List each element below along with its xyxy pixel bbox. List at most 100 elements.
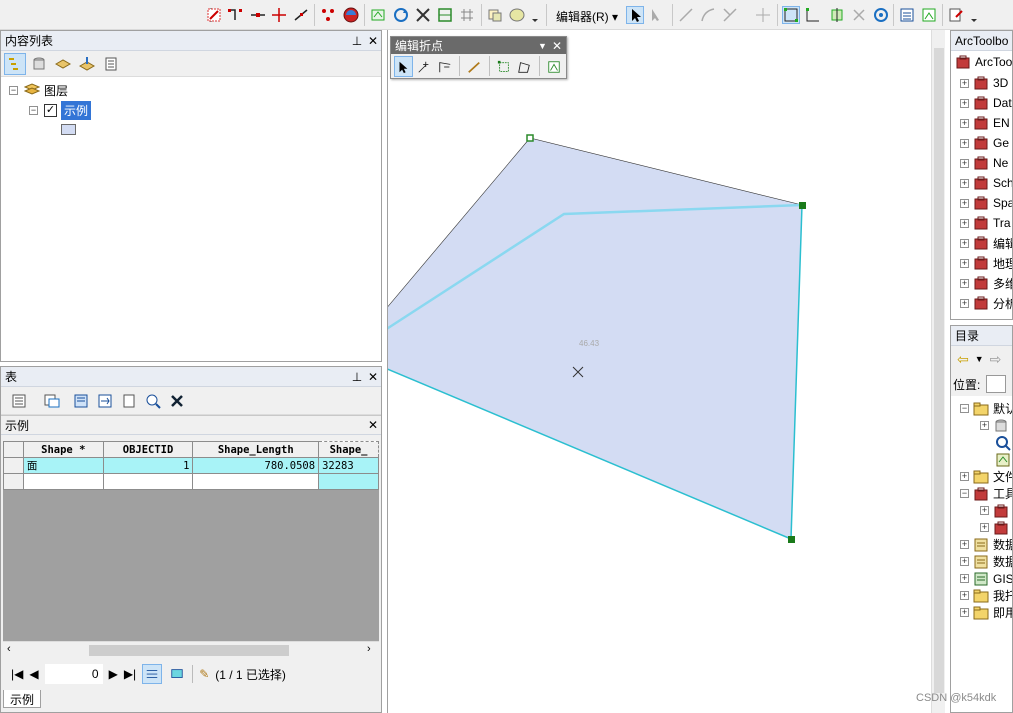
row-selector[interactable] — [3, 473, 24, 490]
collapse-icon[interactable]: − — [9, 85, 18, 95]
table-cell[interactable] — [102, 473, 194, 490]
record-index-field[interactable]: 0 — [44, 664, 103, 684]
expand-icon[interactable]: + — [960, 591, 969, 600]
catalog-item[interactable]: + 数据 — [951, 536, 1012, 553]
toolbar-overflow-icon[interactable] — [530, 6, 540, 24]
arctoolbox-root-row[interactable]: ArcToo — [955, 53, 1012, 71]
expand-icon[interactable]: + — [960, 98, 969, 108]
toolbox-item[interactable]: + EN — [951, 113, 1012, 133]
catalog-item[interactable]: + 即用 — [951, 604, 1012, 621]
refresh-icon[interactable] — [392, 6, 410, 24]
split-tool-icon[interactable] — [754, 6, 772, 24]
table-cell[interactable]: 面 — [22, 457, 104, 474]
delete-vertex-icon[interactable] — [436, 56, 455, 77]
collapse-icon[interactable]: − — [960, 404, 969, 413]
table-options-icon[interactable] — [4, 390, 34, 412]
table-bottom-tab[interactable]: 示例 — [3, 690, 42, 708]
related-tables-icon[interactable] — [36, 390, 68, 412]
toolbar-overflow-icon-2[interactable] — [969, 6, 979, 24]
table-cell[interactable] — [192, 473, 320, 490]
edit-tool-icon[interactable] — [626, 6, 644, 24]
list-by-source-icon[interactable] — [28, 53, 50, 75]
table-cell[interactable]: 780.0508 — [192, 457, 320, 474]
show-all-records-icon[interactable] — [142, 664, 163, 684]
toc-layer-row[interactable]: − ✓ 示例 — [29, 100, 92, 120]
scroll-thumb[interactable] — [934, 48, 944, 693]
scroll-right-icon[interactable]: › — [367, 643, 371, 655]
catalog-item[interactable]: + — [951, 502, 1012, 519]
cut-polygons-icon[interactable] — [828, 6, 846, 24]
pin-icon[interactable]: ⊥ — [349, 34, 365, 48]
table-row[interactable] — [3, 473, 379, 490]
sketch-properties-icon[interactable] — [920, 6, 938, 24]
next-record-icon[interactable]: ▶ — [109, 667, 118, 681]
column-header[interactable]: Shape_Length — [192, 441, 320, 458]
table-grid-icon[interactable] — [458, 6, 476, 24]
toolbox-item[interactable]: + Spa — [951, 193, 1012, 213]
show-selected-records-icon[interactable] — [168, 665, 186, 683]
last-record-icon[interactable]: ▶| — [124, 667, 136, 681]
clear-selection-icon[interactable] — [118, 390, 140, 412]
construction-tools-icon[interactable] — [721, 6, 739, 24]
layer-visibility-checkbox[interactable]: ✓ — [44, 103, 57, 117]
merge-polygon-icon[interactable] — [508, 6, 526, 24]
column-header[interactable]: Shape * — [22, 441, 104, 458]
vertices-icon[interactable] — [319, 6, 337, 24]
dropdown-arrow-icon[interactable]: ▼ — [975, 354, 984, 364]
forward-arrow-icon[interactable]: ⇨ — [990, 351, 1002, 368]
table-cell[interactable]: 1 — [102, 457, 194, 474]
switch-selection-icon[interactable] — [94, 390, 116, 412]
map-scrollbar[interactable] — [931, 30, 945, 713]
catalog-item[interactable]: + GIS — [951, 570, 1012, 587]
horizontal-scrollbar[interactable]: ‹ › — [3, 641, 379, 658]
expand-icon[interactable]: + — [960, 574, 969, 583]
rotate-tool-icon[interactable] — [872, 6, 890, 24]
globe-icon[interactable] — [342, 6, 360, 24]
expand-icon[interactable]: + — [980, 523, 989, 532]
toolbox-item[interactable]: + Sch — [951, 173, 1012, 193]
toolbox-item[interactable]: + Dat — [951, 93, 1012, 113]
continue-feature-icon[interactable] — [465, 56, 484, 77]
expand-icon[interactable]: + — [960, 198, 969, 208]
expand-icon[interactable]: + — [960, 608, 969, 617]
reshape-feature-icon[interactable] — [804, 6, 822, 24]
expand-icon[interactable]: + — [980, 506, 989, 515]
row-selector-header[interactable] — [3, 441, 24, 458]
editor-menu-button[interactable]: 编辑器(R) ▾ — [556, 8, 618, 25]
expand-icon[interactable]: + — [960, 298, 969, 308]
grid-edit-icon[interactable] — [436, 6, 454, 24]
expand-icon[interactable]: + — [960, 540, 969, 549]
collapse-icon[interactable]: − — [960, 489, 969, 498]
split-cross-icon[interactable] — [850, 6, 868, 24]
edit-vertices-icon[interactable] — [782, 6, 800, 24]
toolbox-item[interactable]: +3D — [951, 73, 1012, 93]
sketch-properties-icon[interactable] — [544, 56, 563, 77]
list-by-drawing-order-icon[interactable] — [4, 52, 26, 75]
dropdown-arrow-icon[interactable]: ▼ — [538, 41, 552, 51]
catalog-item[interactable]: − 工具 — [951, 485, 1012, 502]
toc-layer-label[interactable]: 示例 — [61, 100, 92, 120]
row-selector[interactable] — [3, 457, 24, 474]
close-icon[interactable]: ✕ — [365, 418, 381, 432]
modify-sketch-vertices-icon[interactable] — [394, 56, 413, 77]
catalog-item[interactable]: + 我托 — [951, 587, 1012, 604]
column-header[interactable]: Shape_ — [318, 441, 379, 458]
catalog-item[interactable]: + — [951, 519, 1012, 536]
zoom-to-selected-icon[interactable] — [142, 390, 164, 412]
expand-icon[interactable]: + — [960, 178, 969, 188]
toc-root-row[interactable]: − 图层 — [9, 81, 68, 99]
map-view[interactable]: 46.43 — [387, 30, 932, 713]
edit-annotation-icon[interactable] — [648, 6, 666, 24]
expand-icon[interactable]: + — [960, 218, 969, 228]
expand-icon[interactable]: + — [960, 278, 969, 288]
expand-icon[interactable]: + — [960, 158, 969, 168]
scroll-left-icon[interactable]: ‹ — [7, 643, 11, 655]
toolbox-item[interactable]: + 分析 — [951, 293, 1012, 313]
location-input[interactable] — [986, 375, 1007, 393]
toolbox-item[interactable]: + Tra — [951, 213, 1012, 233]
toolbox-item[interactable]: + Ne — [951, 153, 1012, 173]
expand-icon[interactable]: + — [960, 557, 969, 566]
table-cell[interactable]: 32283 — [318, 457, 379, 474]
line-edit-icon[interactable] — [292, 6, 310, 24]
table-cell[interactable] — [318, 473, 379, 490]
